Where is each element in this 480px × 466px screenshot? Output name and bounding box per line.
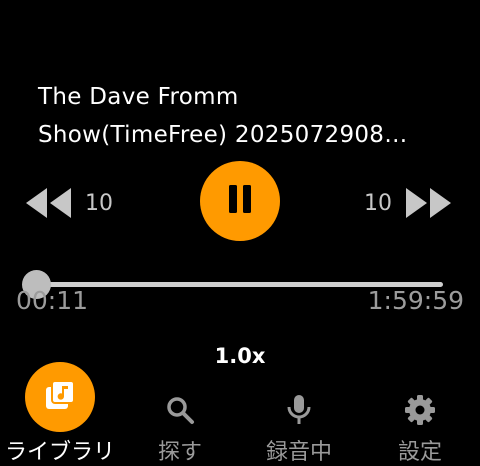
nav-label-recording: 録音中: [265, 440, 332, 465]
pause-button[interactable]: [200, 161, 280, 241]
nav-label-settings: 設定: [397, 440, 442, 465]
microphone-icon: [279, 390, 319, 430]
nav-item-search[interactable]: 探す: [125, 388, 235, 465]
fast-forward-icon: [404, 185, 454, 221]
elapsed-time: 00:11: [16, 286, 89, 315]
pause-icon: [226, 184, 254, 218]
nav-item-recording[interactable]: 録音中: [244, 388, 354, 465]
skip-back-seconds: 10: [85, 190, 113, 216]
search-icon: [160, 390, 200, 430]
total-duration: 1:59:59: [367, 286, 464, 315]
skip-forward-button[interactable]: 10: [364, 183, 454, 223]
nav-label-library: ライブラリ: [4, 440, 115, 465]
rewind-icon: [23, 185, 73, 221]
gear-icon: [400, 390, 440, 430]
skip-forward-seconds: 10: [364, 190, 392, 216]
nav-item-library[interactable]: ライブラリ: [5, 362, 115, 465]
nav-label-search: 探す: [157, 440, 202, 465]
episode-title-line-2: Show(TimeFree) 2025072908…: [38, 122, 408, 148]
nav-item-settings[interactable]: 設定: [365, 388, 475, 465]
episode-title-line-1: The Dave Fromm: [38, 84, 239, 110]
skip-back-button[interactable]: 10: [23, 183, 113, 223]
library-music-icon: [43, 378, 77, 416]
library-active-indicator: [25, 362, 95, 432]
